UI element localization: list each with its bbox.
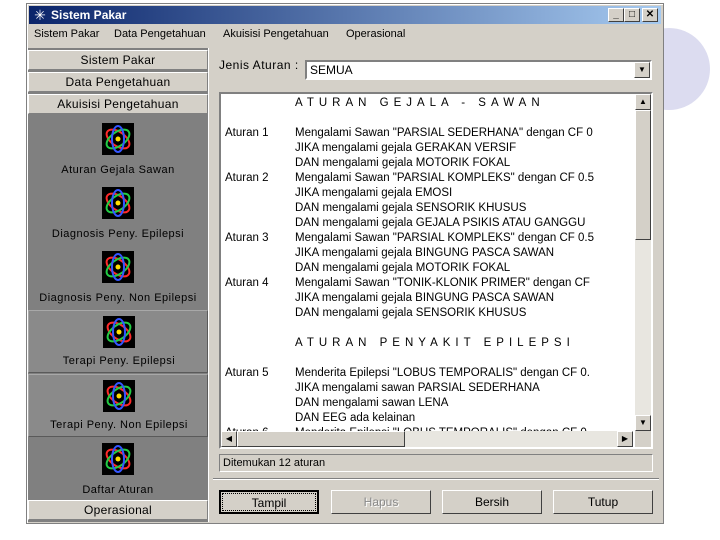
scroll-left-icon[interactable]: ◀: [221, 431, 237, 447]
rule-text: JIKA mengalami sawan PARSIAL SEDERHANA: [295, 382, 540, 394]
title-bar[interactable]: ✳ Sistem Pakar _ □ ✕: [29, 6, 661, 24]
menu-sistem-pakar[interactable]: Sistem Pakar: [34, 27, 99, 41]
rule-text: JIKA mengalami gejala BINGUNG PASCA SAWA…: [295, 247, 555, 259]
vertical-scrollbar[interactable]: ▲ ▼: [635, 94, 651, 431]
sidebar-header-akuisisi-pengetahuan[interactable]: Akuisisi Pengetahuan: [28, 94, 208, 114]
rule-text: Mengalami Sawan "PARSIAL KOMPLEKS" denga…: [295, 172, 595, 184]
jenis-aturan-select[interactable]: SEMUA ▼: [305, 60, 652, 80]
status-bar: Ditemukan 12 aturan: [219, 454, 653, 472]
rule-text: DAN mengalami gejala MOTORIK FOKAL: [295, 262, 511, 274]
rule-text: Mengalami Sawan "TONIK-KLONIK PRIMER" de…: [295, 277, 590, 289]
sidebar-item-label: Terapi Peny. Epilepsi: [62, 355, 176, 367]
rule-label: Aturan 5: [225, 367, 269, 379]
close-button[interactable]: ✕: [642, 8, 658, 22]
rule-text: Mengalami Sawan "PARSIAL KOMPLEKS" denga…: [295, 232, 595, 244]
rule-text: Mengalami Sawan "PARSIAL SEDERHANA" deng…: [295, 127, 593, 139]
hapus-button[interactable]: Hapus: [331, 490, 431, 514]
orbit-icon: [102, 123, 134, 155]
menu-operasional[interactable]: Operasional: [346, 27, 405, 41]
orbit-icon: [102, 187, 134, 219]
window-title: Sistem Pakar: [51, 8, 127, 22]
minimize-button[interactable]: _: [608, 8, 624, 22]
sidebar-item-daftar-aturan[interactable]: Daftar Aturan: [28, 443, 208, 503]
tutup-button[interactable]: Tutup: [553, 490, 653, 514]
sidebar-item-label: Diagnosis Peny. Non Epilepsi: [39, 292, 197, 304]
sidebar-footer-operasional[interactable]: Operasional: [28, 500, 208, 520]
rule-text: DAN mengalami gejala MOTORIK FOKAL: [295, 157, 511, 169]
sidebar-item-aturan-gejala-sawan[interactable]: Aturan Gejala Sawan: [28, 123, 208, 183]
rule-label: Aturan 4: [225, 277, 269, 289]
menu-data-pengetahuan[interactable]: Data Pengetahuan: [114, 27, 206, 41]
chevron-down-icon[interactable]: ▼: [634, 62, 650, 78]
rule-label: Aturan 3: [225, 232, 269, 244]
rule-text: ATURAN PENYAKIT EPILEPSI: [295, 337, 575, 349]
rule-text: DAN mengalami gejala SENSORIK KHUSUS: [295, 307, 527, 319]
scroll-down-icon[interactable]: ▼: [635, 415, 651, 431]
sidebar-item-terapi-non-epilepsi[interactable]: Terapi Peny. Non Epilepsi: [28, 374, 208, 437]
rule-text: DAN mengalami gejala GEJALA PSIKIS ATAU …: [295, 217, 586, 229]
horizontal-scroll-thumb[interactable]: [237, 431, 405, 447]
jenis-aturan-label: Jenis Aturan :: [219, 58, 299, 72]
orbit-icon: [103, 316, 135, 348]
main-window: ✳ Sistem Pakar _ □ ✕ Sistem Pakar Data P…: [26, 3, 664, 524]
divider: [213, 478, 659, 480]
main-content: Jenis Aturan : SEMUA ▼ ATURAN GEJALA - S…: [213, 48, 659, 522]
sidebar-header-sistem-pakar[interactable]: Sistem Pakar: [28, 50, 208, 70]
rule-text: DAN mengalami sawan LENA: [295, 397, 449, 409]
rule-text: Menderita Epilepsi "LOBUS TEMPORALIS" de…: [295, 367, 590, 379]
rule-label: Aturan 1: [225, 127, 269, 139]
orbit-icon: [102, 443, 134, 475]
sidebar-item-terapi-epilepsi[interactable]: Terapi Peny. Epilepsi: [28, 310, 208, 373]
sidebar-item-diagnosis-non-epilepsi[interactable]: Diagnosis Peny. Non Epilepsi: [28, 251, 208, 311]
sidebar-item-label: Terapi Peny. Non Epilepsi: [50, 419, 188, 431]
sidebar: Sistem Pakar Data Pengetahuan Akuisisi P…: [28, 48, 209, 522]
rule-text: JIKA mengalami gejala GERAKAN VERSIF: [295, 142, 517, 154]
bersih-button[interactable]: Bersih: [442, 490, 542, 514]
orbit-icon: [102, 251, 134, 283]
menu-akuisisi-pengetahuan[interactable]: Akuisisi Pengetahuan: [223, 27, 329, 41]
sidebar-item-diagnosis-epilepsi[interactable]: Diagnosis Peny. Epilepsi: [28, 187, 208, 247]
rule-text: JIKA mengalami gejala EMOSI: [295, 187, 453, 199]
rule-text: JIKA mengalami gejala BINGUNG PASCA SAWA…: [295, 292, 555, 304]
tampil-button[interactable]: Tampil: [219, 490, 319, 514]
sidebar-item-label: Diagnosis Peny. Epilepsi: [51, 228, 185, 240]
sidebar-item-label: Daftar Aturan: [82, 484, 154, 496]
horizontal-scrollbar[interactable]: ◀ ▶: [221, 431, 633, 447]
scroll-up-icon[interactable]: ▲: [635, 94, 651, 110]
maximize-button[interactable]: □: [624, 8, 640, 22]
scroll-corner: [635, 431, 651, 447]
sidebar-item-label: Aturan Gejala Sawan: [61, 164, 175, 176]
jenis-aturan-value: SEMUA: [310, 63, 353, 77]
rule-text: ATURAN GEJALA - SAWAN: [295, 97, 545, 109]
rule-label: Aturan 2: [225, 172, 269, 184]
rules-list-content: ATURAN GEJALA - SAWAN Aturan 1 Mengalami S…: [221, 94, 633, 431]
rule-text: DAN EEG ada kelainan: [295, 412, 416, 424]
app-icon: ✳: [34, 7, 46, 23]
orbit-icon: [103, 380, 135, 412]
vertical-scroll-thumb[interactable]: [635, 110, 651, 240]
menu-bar: Sistem Pakar Data Pengetahuan Akuisisi P…: [29, 25, 661, 43]
rule-text: DAN mengalami gejala SENSORIK KHUSUS: [295, 202, 527, 214]
rules-list[interactable]: ATURAN GEJALA - SAWAN Aturan 1 Mengalami S…: [219, 92, 653, 449]
sidebar-header-data-pengetahuan[interactable]: Data Pengetahuan: [28, 72, 208, 92]
scroll-right-icon[interactable]: ▶: [617, 431, 633, 447]
